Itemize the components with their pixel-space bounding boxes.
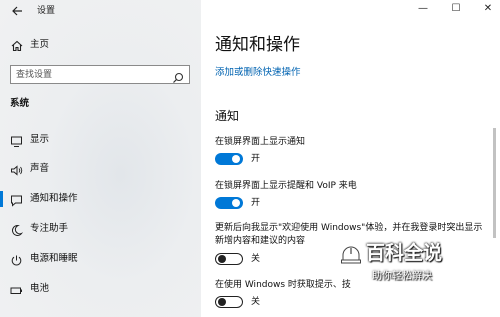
- search-icon[interactable]: [172, 69, 184, 83]
- toggle-knob: [232, 199, 240, 207]
- sidebar-item-label: 显示: [30, 134, 50, 145]
- maximize-button[interactable]: ☐: [449, 3, 463, 15]
- sidebar-item-label: 通知和操作: [30, 193, 78, 204]
- sidebar-item-display[interactable]: 显示: [0, 129, 201, 151]
- notification-icon: [10, 192, 23, 207]
- sidebar-item-sound[interactable]: 声音: [0, 158, 201, 180]
- minimize-button[interactable]: —: [416, 3, 430, 15]
- quick-actions-link[interactable]: 添加或删除快速操作: [215, 67, 301, 79]
- sidebar-item-focus-assist[interactable]: 专注助手: [0, 218, 201, 240]
- battery-icon: [10, 282, 23, 295]
- moon-icon: [10, 222, 24, 236]
- back-arrow-icon[interactable]: [10, 4, 24, 18]
- home-label: 主页: [30, 39, 50, 50]
- toggle-switch[interactable]: [215, 153, 243, 165]
- home-icon: [10, 38, 24, 52]
- toggle-knob: [232, 155, 240, 163]
- watermark: 百科全说 助你轻松解决: [340, 240, 490, 300]
- option-label: 在锁屏界面上显示通知: [215, 137, 306, 147]
- sidebar-item-label: 声音: [30, 163, 50, 174]
- sidebar-item-label: 电源和睡眠: [30, 253, 78, 264]
- monitor-icon: [10, 133, 23, 147]
- close-button[interactable]: ✕: [481, 3, 495, 15]
- sidebar-item-battery[interactable]: 电池: [0, 278, 201, 300]
- toggle-knob: [218, 254, 226, 263]
- watermark-title: 百科全说: [366, 242, 443, 264]
- section-heading: 通知: [215, 109, 240, 123]
- toggle-state: 开: [251, 154, 261, 164]
- home-nav-item[interactable]: 主页: [0, 37, 201, 53]
- option-label: 在使用 Windows 时获取提示、技: [215, 280, 351, 290]
- toggle-switch[interactable]: [215, 197, 243, 209]
- power-icon: [10, 252, 23, 266]
- speaker-icon: [10, 162, 23, 176]
- sidebar-item-power-sleep[interactable]: 电源和睡眠: [0, 248, 201, 270]
- toggle-state: 开: [251, 198, 261, 208]
- active-indicator: [0, 191, 3, 207]
- toggle-state: 关: [251, 297, 261, 307]
- watermark-logo-icon: [340, 245, 362, 267]
- page-title: 通知和操作: [215, 35, 300, 55]
- option-label: 在锁屏界面上显示提醒和 VoIP 来电: [215, 181, 357, 191]
- toggle-switch[interactable]: [215, 253, 243, 265]
- search-box[interactable]: [10, 65, 190, 84]
- section-title: 系统: [10, 98, 30, 109]
- sidebar-item-notifications[interactable]: 通知和操作: [0, 188, 201, 210]
- sidebar-item-label: 专注助手: [30, 223, 69, 234]
- toggle-knob: [218, 297, 226, 306]
- sidebar-item-label: 电池: [30, 283, 50, 294]
- toggle-state: 关: [251, 254, 261, 264]
- sidebar: 设置 主页 系统 显示 声音 通知和操作 专注助手: [0, 0, 201, 317]
- window-title: 设置: [37, 6, 56, 16]
- scrollbar[interactable]: [493, 128, 496, 238]
- search-input[interactable]: [16, 68, 166, 81]
- toggle-switch[interactable]: [215, 296, 243, 308]
- watermark-subtitle: 助你轻松解决: [372, 271, 432, 282]
